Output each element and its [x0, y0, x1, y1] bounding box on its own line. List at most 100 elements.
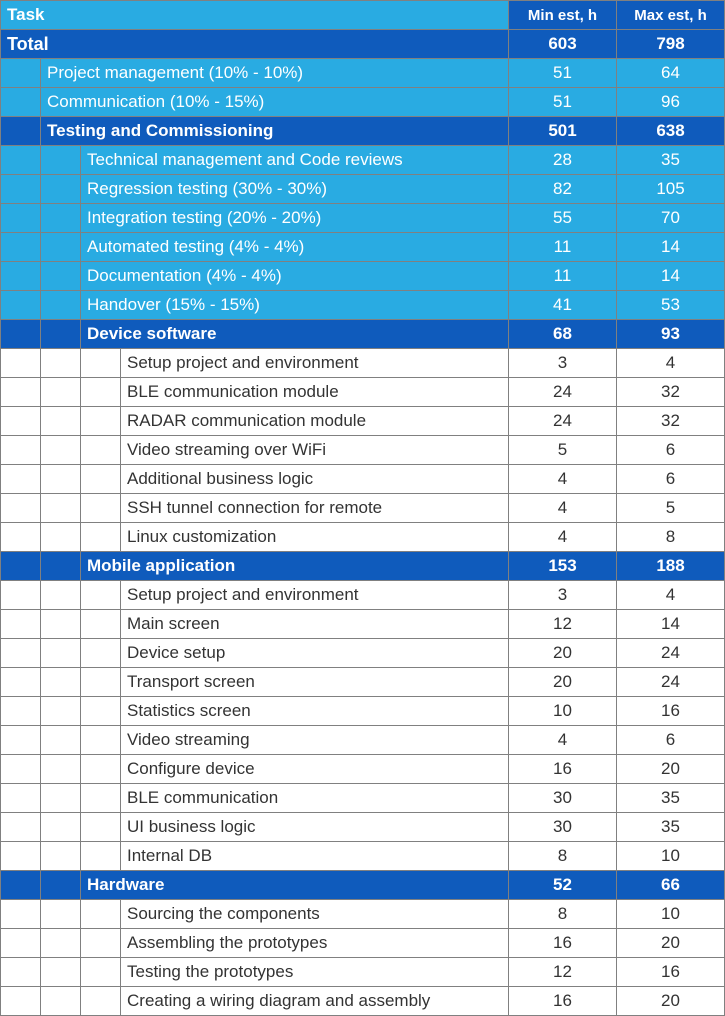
col-max: Max est, h	[617, 1, 725, 30]
leaf-max: 35	[617, 784, 725, 813]
leaf-min: 8	[509, 842, 617, 871]
leaf-label: UI business logic	[121, 813, 509, 842]
leaf-min: 4	[509, 726, 617, 755]
item-label: Integration testing (20% - 20%)	[81, 204, 509, 233]
leaf-min: 4	[509, 523, 617, 552]
section-label: Device software	[81, 320, 509, 349]
leaf-max: 20	[617, 987, 725, 1016]
leaf-max: 6	[617, 465, 725, 494]
leaf-label: Video streaming	[121, 726, 509, 755]
item-min: 82	[509, 175, 617, 204]
lvl1-min: 51	[509, 59, 617, 88]
total-max: 798	[617, 30, 725, 59]
section-hardware: Hardware5266	[1, 871, 725, 900]
leaf-label: Linux customization	[121, 523, 509, 552]
item-max: 14	[617, 233, 725, 262]
testing-item: Integration testing (20% - 20%)5570	[1, 204, 725, 233]
leaf-min: 16	[509, 929, 617, 958]
leaf-min: 4	[509, 494, 617, 523]
leaf-label: SSH tunnel connection for remote	[121, 494, 509, 523]
leaf-min: 5	[509, 436, 617, 465]
section-mobile: Mobile application153188	[1, 552, 725, 581]
leaf-min: 12	[509, 610, 617, 639]
item-label: Technical management and Code reviews	[81, 146, 509, 175]
section-min: 52	[509, 871, 617, 900]
section-testing: Testing and Commissioning501638	[1, 117, 725, 146]
section-label: Testing and Commissioning	[41, 117, 509, 146]
leaf-row: BLE communication3035	[1, 784, 725, 813]
leaf-label: Configure device	[121, 755, 509, 784]
lvl1-label: Project management (10% - 10%)	[41, 59, 509, 88]
item-max: 35	[617, 146, 725, 175]
section-label: Hardware	[81, 871, 509, 900]
leaf-min: 16	[509, 987, 617, 1016]
item-min: 28	[509, 146, 617, 175]
leaf-min: 20	[509, 668, 617, 697]
leaf-max: 35	[617, 813, 725, 842]
col-min: Min est, h	[509, 1, 617, 30]
testing-item: Handover (15% - 15%)4153	[1, 291, 725, 320]
section-max: 66	[617, 871, 725, 900]
leaf-max: 8	[617, 523, 725, 552]
leaf-min: 24	[509, 378, 617, 407]
item-max: 14	[617, 262, 725, 291]
section-max: 638	[617, 117, 725, 146]
leaf-min: 30	[509, 813, 617, 842]
item-label: Handover (15% - 15%)	[81, 291, 509, 320]
leaf-row: Setup project and environment34	[1, 581, 725, 610]
leaf-row: Sourcing the components810	[1, 900, 725, 929]
col-task: Task	[1, 1, 509, 30]
leaf-min: 20	[509, 639, 617, 668]
leaf-label: Statistics screen	[121, 697, 509, 726]
item-label: Automated testing (4% - 4%)	[81, 233, 509, 262]
leaf-max: 10	[617, 842, 725, 871]
leaf-min: 10	[509, 697, 617, 726]
leaf-max: 32	[617, 378, 725, 407]
item-max: 105	[617, 175, 725, 204]
leaf-row: SSH tunnel connection for remote45	[1, 494, 725, 523]
item-min: 41	[509, 291, 617, 320]
leaf-row: Additional business logic46	[1, 465, 725, 494]
lvl1-row: Project management (10% - 10%)5164	[1, 59, 725, 88]
section-min: 68	[509, 320, 617, 349]
leaf-min: 12	[509, 958, 617, 987]
leaf-row: Testing the prototypes1216	[1, 958, 725, 987]
leaf-max: 10	[617, 900, 725, 929]
section-min: 501	[509, 117, 617, 146]
leaf-min: 3	[509, 581, 617, 610]
leaf-label: Setup project and environment	[121, 581, 509, 610]
leaf-label: Sourcing the components	[121, 900, 509, 929]
item-min: 11	[509, 233, 617, 262]
leaf-label: Testing the prototypes	[121, 958, 509, 987]
leaf-max: 24	[617, 639, 725, 668]
leaf-row: Video streaming over WiFi56	[1, 436, 725, 465]
lvl1-max: 64	[617, 59, 725, 88]
leaf-min: 3	[509, 349, 617, 378]
leaf-row: Assembling the prototypes1620	[1, 929, 725, 958]
leaf-row: Linux customization48	[1, 523, 725, 552]
leaf-label: Additional business logic	[121, 465, 509, 494]
leaf-row: Main screen1214	[1, 610, 725, 639]
leaf-max: 20	[617, 929, 725, 958]
leaf-max: 24	[617, 668, 725, 697]
section-min: 153	[509, 552, 617, 581]
item-min: 55	[509, 204, 617, 233]
item-max: 53	[617, 291, 725, 320]
total-min: 603	[509, 30, 617, 59]
section-label: Mobile application	[81, 552, 509, 581]
leaf-row: RADAR communication module2432	[1, 407, 725, 436]
leaf-label: Main screen	[121, 610, 509, 639]
leaf-label: Transport screen	[121, 668, 509, 697]
leaf-max: 5	[617, 494, 725, 523]
total-label: Total	[1, 30, 509, 59]
leaf-label: RADAR communication module	[121, 407, 509, 436]
leaf-max: 14	[617, 610, 725, 639]
item-label: Regression testing (30% - 30%)	[81, 175, 509, 204]
section-max: 93	[617, 320, 725, 349]
leaf-label: BLE communication module	[121, 378, 509, 407]
leaf-max: 32	[617, 407, 725, 436]
leaf-max: 4	[617, 581, 725, 610]
leaf-label: BLE communication	[121, 784, 509, 813]
total-row: Total603798	[1, 30, 725, 59]
leaf-min: 24	[509, 407, 617, 436]
